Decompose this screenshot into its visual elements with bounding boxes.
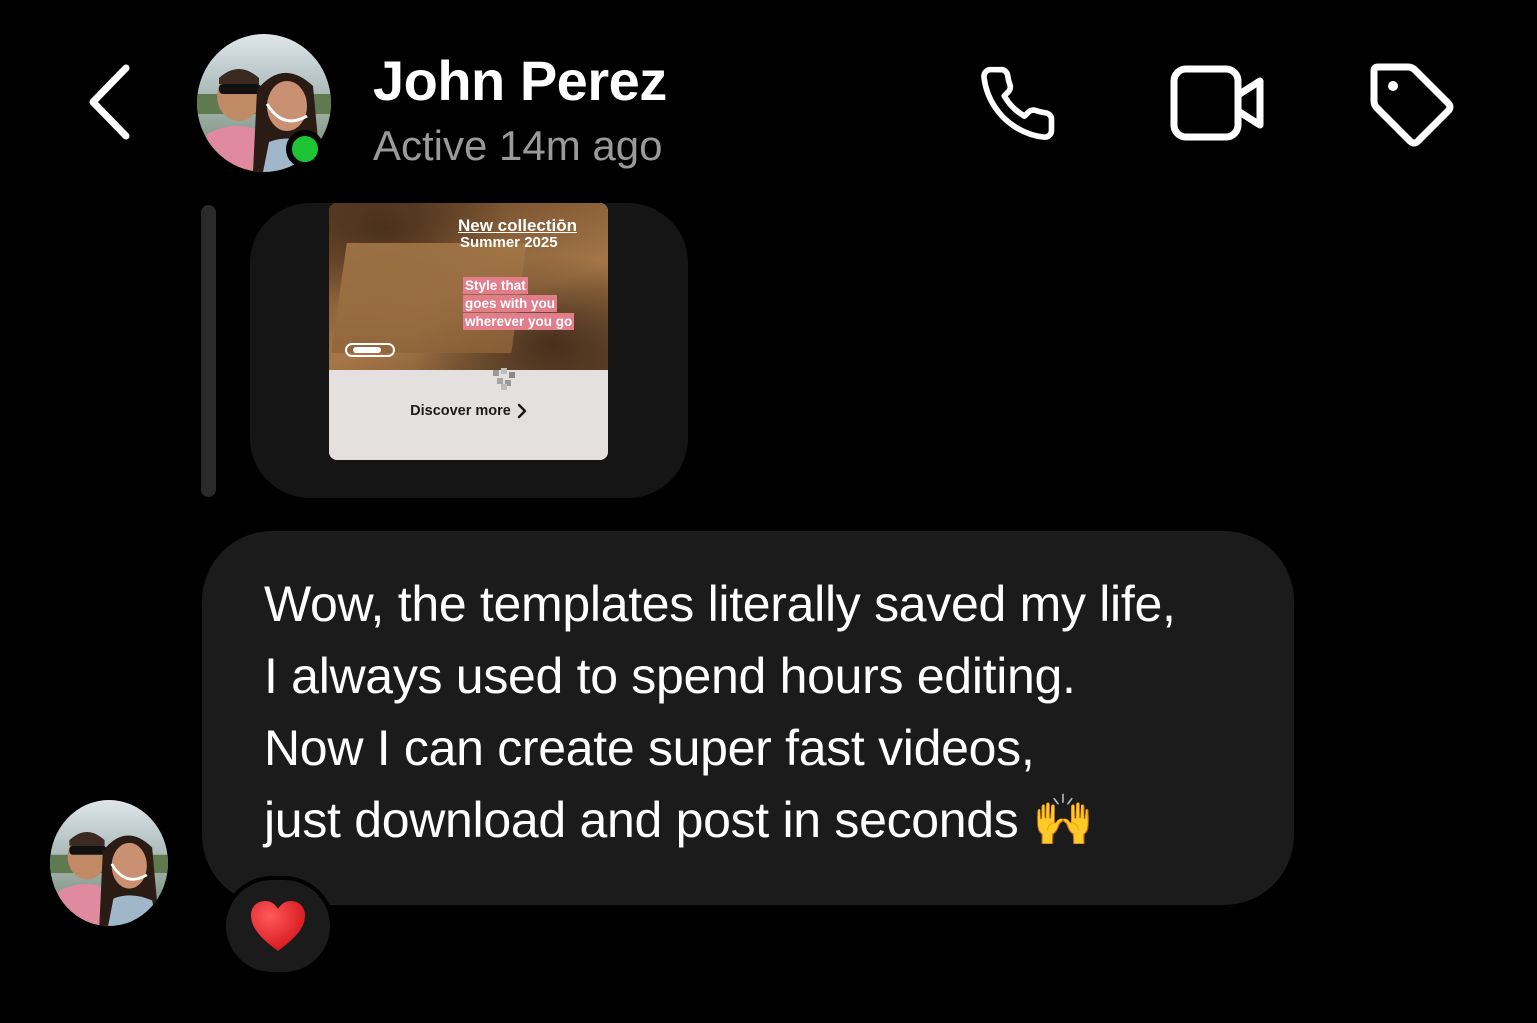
discover-more-link[interactable]: Discover more [329,403,608,419]
tagline-line: Style that [463,277,528,294]
chevron-right-icon [517,403,527,419]
story-pill-graphic [345,343,395,357]
contact-name[interactable]: John Perez [373,48,667,113]
story-title: New collectiōn [458,216,578,235]
tag-button[interactable] [1355,48,1465,158]
heart-reaction[interactable] [222,876,334,976]
brand-logo-icon [493,368,515,390]
active-status: Active 14m ago [373,122,663,169]
heart-icon [251,901,305,951]
phone-icon [981,66,1055,140]
story-subtitle: Summer 2025 [460,234,558,251]
video-call-button[interactable] [1160,48,1275,158]
reply-indicator-bar [201,205,216,497]
video-camera-icon [1170,65,1263,141]
tagline-line: goes with you [463,295,558,312]
chat-screen: John Perez Active 14m ago New collectiōn… [0,0,1537,1023]
story-image: New collectiōn Summer 2025 Style that go… [329,203,608,370]
story-tagline: Style that goes with you wherever you go [463,277,593,331]
online-status-dot [286,130,324,168]
discover-more-label: Discover more [410,403,511,419]
tag-icon [1370,63,1454,147]
sender-avatar[interactable] [50,800,168,926]
shared-story-card[interactable]: New collectiōn Summer 2025 Style that go… [329,203,608,460]
call-button[interactable] [962,48,1072,158]
chevron-left-icon [89,64,130,140]
tagline-line: wherever you go [463,313,575,330]
back-button[interactable] [74,52,144,152]
message-text: Wow, the templates literally saved my li… [264,576,1176,848]
